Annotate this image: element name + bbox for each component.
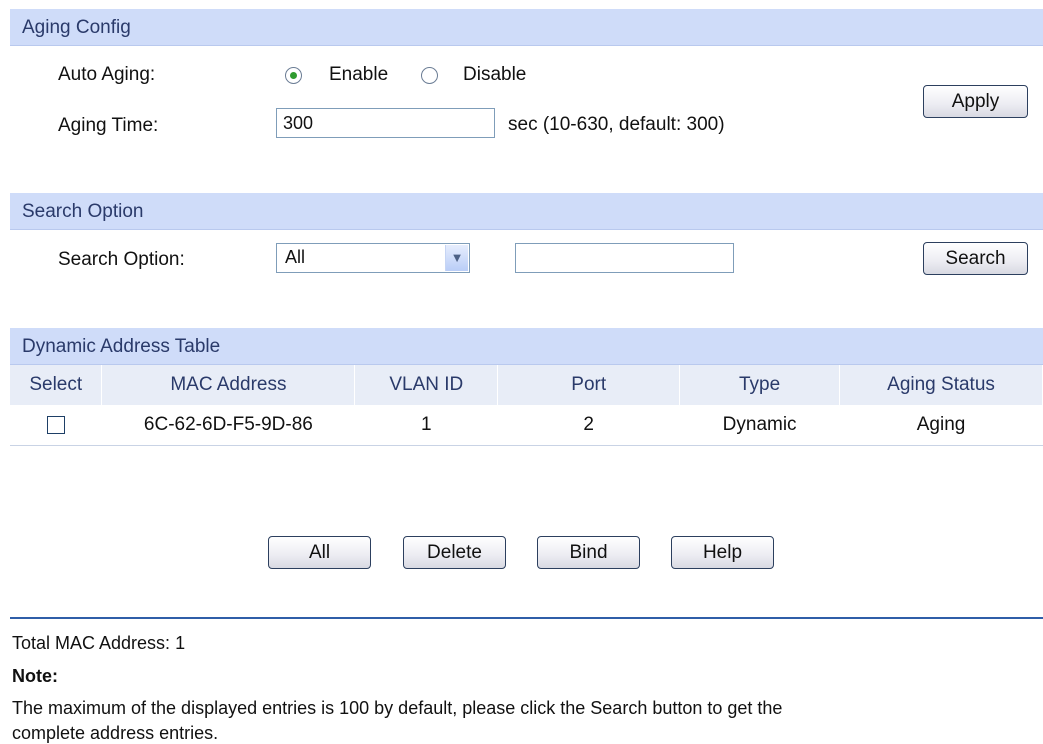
disable-radio[interactable] xyxy=(421,67,438,84)
enable-radio[interactable] xyxy=(285,67,302,84)
row-select-cell xyxy=(10,405,102,445)
auto-aging-label: Auto Aging: xyxy=(58,64,156,85)
status-cell: Aging xyxy=(916,413,966,435)
help-button[interactable]: Help xyxy=(671,536,774,569)
table-header-row: Select MAC Address VLAN ID Port Type Agi… xyxy=(10,365,1043,405)
aging-time-input[interactable] xyxy=(276,108,495,138)
search-option-select[interactable]: All ▼ xyxy=(276,243,470,273)
port-cell: 2 xyxy=(583,413,594,435)
chevron-down-icon[interactable]: ▼ xyxy=(445,245,468,271)
enable-label: Enable xyxy=(329,64,389,85)
aging-time-label: Aging Time: xyxy=(58,115,159,136)
vlan-cell: 1 xyxy=(421,413,432,435)
all-button[interactable]: All xyxy=(268,536,371,569)
search-input[interactable] xyxy=(515,243,734,273)
search-option-value: All xyxy=(285,247,306,267)
type-cell: Dynamic xyxy=(722,413,797,435)
table-row: 6C-62-6D-F5-9D-86 1 2 Dynamic Aging xyxy=(10,405,1043,445)
aging-config-header: Aging Config xyxy=(10,9,1043,46)
search-button[interactable]: Search xyxy=(923,242,1028,275)
search-option-label: Search Option: xyxy=(58,249,185,270)
aging-time-hint: sec (10-630, default: 300) xyxy=(508,114,725,135)
col-port: Port xyxy=(497,365,681,405)
col-mac-address: MAC Address xyxy=(101,365,356,405)
mac-cell: 6C-62-6D-F5-9D-86 xyxy=(143,413,313,435)
row-checkbox[interactable] xyxy=(46,415,65,434)
col-vlan-id: VLAN ID xyxy=(354,365,499,405)
delete-button[interactable]: Delete xyxy=(403,536,506,569)
apply-button[interactable]: Apply xyxy=(923,85,1028,118)
bind-button[interactable]: Bind xyxy=(537,536,640,569)
divider xyxy=(10,617,1043,619)
col-aging-status: Aging Status xyxy=(839,365,1043,405)
search-option-header: Search Option xyxy=(10,193,1043,230)
disable-label: Disable xyxy=(463,64,527,85)
dynamic-address-table: Select MAC Address VLAN ID Port Type Agi… xyxy=(10,365,1043,446)
note-title: Note: xyxy=(12,666,58,686)
total-mac-address: Total MAC Address: 1 xyxy=(12,633,186,653)
note-line-1: The maximum of the displayed entries is … xyxy=(12,698,783,718)
col-type: Type xyxy=(679,365,841,405)
dynamic-table-header: Dynamic Address Table xyxy=(10,328,1043,365)
note-line-2: complete address entries. xyxy=(12,723,219,743)
col-select: Select xyxy=(10,365,103,405)
